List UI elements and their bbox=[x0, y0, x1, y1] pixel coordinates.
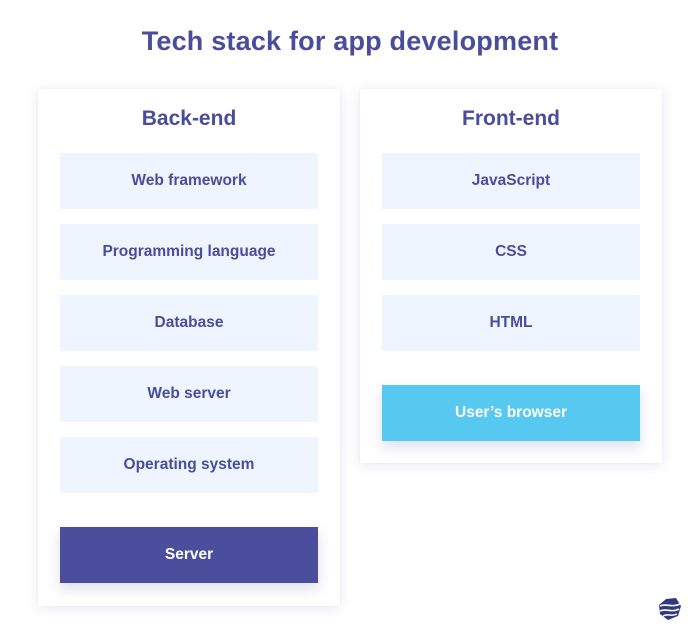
diagram-title: Tech stack for app development bbox=[141, 26, 559, 56]
users-browser-block: User’s browser bbox=[382, 385, 640, 441]
backend-item-programming-language: Programming language bbox=[60, 224, 318, 280]
frontend-heading: Front-end bbox=[462, 107, 560, 130]
backend-item-operating-system: Operating system bbox=[60, 437, 318, 493]
brand-logo-icon bbox=[659, 598, 681, 620]
backend-item-web-framework: Web framework bbox=[60, 153, 318, 209]
frontend-item-html: HTML bbox=[382, 295, 640, 351]
backend-card: Back-end Web framework Programming langu… bbox=[38, 89, 340, 606]
backend-heading: Back-end bbox=[141, 107, 237, 130]
frontend-card: Front-end JavaScript CSS HTML User’s bro… bbox=[360, 89, 662, 463]
backend-item-web-server: Web server bbox=[60, 366, 318, 422]
frontend-item-javascript: JavaScript bbox=[382, 153, 640, 209]
server-block: Server bbox=[60, 527, 318, 583]
frontend-item-css: CSS bbox=[382, 224, 640, 280]
backend-item-database: Database bbox=[60, 295, 318, 351]
